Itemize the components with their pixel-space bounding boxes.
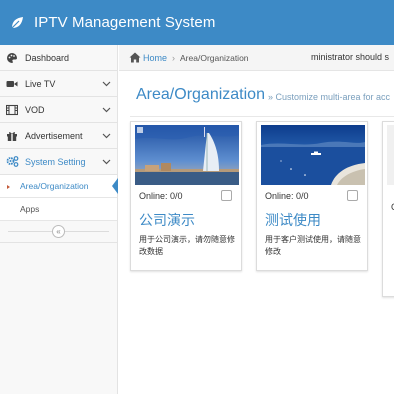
area-description: 用于公司演示，请勿随意修改数据	[139, 235, 235, 256]
home-icon	[129, 52, 141, 64]
sidebar-subitem-label: Apps	[20, 204, 40, 214]
sidebar-item-vod[interactable]: VOD	[0, 97, 117, 123]
page-title: Area/Organization	[136, 86, 265, 103]
area-card[interactable]: Online: 0/0 公司演示 用于公司演示，请勿随意修改数据	[130, 121, 242, 271]
active-pointer	[112, 178, 118, 194]
area-name-link[interactable]: 测试使用	[265, 210, 321, 230]
page-header: Area/Organization » Customize multi-area…	[119, 71, 394, 116]
sidebar-collapse-row: «	[0, 221, 117, 243]
collapse-sidebar-button[interactable]: «	[52, 225, 65, 238]
chevron-down-icon	[101, 105, 111, 115]
palette-icon	[5, 51, 19, 65]
sidebar-item-label: Live TV	[25, 78, 56, 89]
breadcrumb-home-link[interactable]: Home	[143, 53, 167, 63]
area-thumbnail-image	[261, 125, 365, 185]
sidebar-subitem-label: Area/Organization	[20, 181, 89, 191]
video-camera-icon	[5, 77, 19, 91]
sidebar-subitem-area-organization[interactable]: Area/Organization	[0, 175, 118, 198]
marquee-notice: ministrator should s	[311, 52, 390, 62]
online-count: Online: 0/0	[265, 191, 309, 201]
sidebar-item-system-setting[interactable]: System Setting	[0, 149, 117, 175]
gears-icon	[5, 155, 19, 169]
area-card[interactable]: Online: 0/0 测试使用 用于客户测试使用，请随意修改	[256, 121, 368, 271]
sidebar-item-label: Dashboard	[25, 52, 70, 63]
sidebar-item-dashboard[interactable]: Dashboard	[0, 45, 117, 71]
top-bar: IPTV Management System	[0, 0, 394, 45]
online-count: Online: 0/0	[139, 191, 183, 201]
sidebar-item-advertisement[interactable]: Advertisement	[0, 123, 117, 149]
sidebar-item-live-tv[interactable]: Live TV	[0, 71, 117, 97]
area-card-partial[interactable]: C	[382, 121, 394, 297]
area-thumbnail-image	[387, 125, 394, 185]
breadcrumb-current: Area/Organization	[180, 52, 249, 63]
area-thumbnail-image	[135, 125, 239, 185]
divider	[130, 116, 394, 117]
leaf-logo-icon	[8, 14, 26, 32]
breadcrumb: Home › Area/Organization ministrator sho…	[119, 45, 394, 71]
chevron-down-icon	[101, 157, 111, 167]
area-description: 用于客户测试使用，请随意修改	[265, 235, 361, 256]
page-subtitle: » Customize multi-area for acc	[268, 92, 391, 102]
film-icon	[5, 103, 19, 117]
area-name-link[interactable]: 公司演示	[139, 210, 195, 230]
sidebar-item-label: Advertisement	[25, 130, 83, 141]
select-checkbox[interactable]	[221, 190, 232, 201]
chevron-down-icon	[101, 79, 111, 89]
chevron-down-icon	[101, 131, 111, 141]
app-title: IPTV Management System	[34, 14, 216, 31]
gift-icon	[5, 129, 19, 143]
caret-right-icon	[7, 185, 10, 189]
sidebar-item-label: VOD	[25, 104, 45, 115]
breadcrumb-separator: ›	[172, 52, 176, 63]
sidebar: Dashboard Live TV VOD Advertisement Syst…	[0, 45, 118, 394]
app-root: IPTV Management System Dashboard Live TV…	[0, 0, 394, 394]
select-checkbox[interactable]	[347, 190, 358, 201]
sidebar-subitem-apps[interactable]: Apps	[0, 198, 117, 221]
sidebar-item-label: System Setting	[25, 156, 86, 167]
